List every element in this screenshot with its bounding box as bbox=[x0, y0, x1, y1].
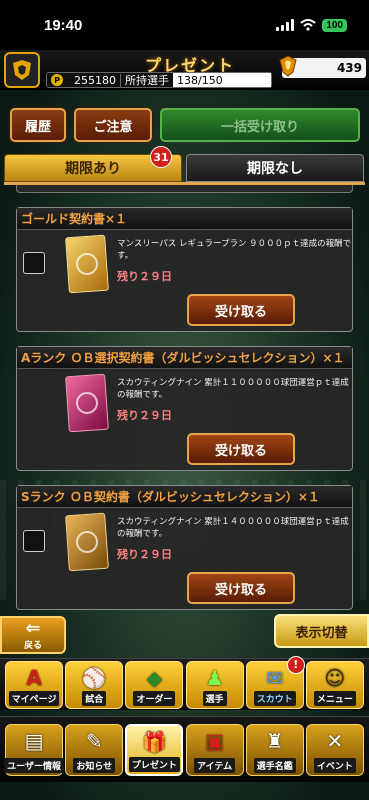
present-description: マンスリーパス レギュラープラン ９０００ｐｔ達成の報酬です。 bbox=[117, 239, 352, 261]
list-item-partial bbox=[16, 185, 353, 193]
coin-icon: P bbox=[51, 74, 63, 86]
status-icons: 100 bbox=[276, 18, 347, 32]
nav-label: 選手 bbox=[202, 690, 227, 706]
tab-count-badge: 31 bbox=[150, 146, 172, 168]
present-item: ゴールド契約書×１ マンスリーパス レギュラープラン ９０００ｐｔ達成の報酬です… bbox=[16, 207, 353, 332]
s-rank-contract-icon bbox=[65, 512, 109, 572]
mypage-icon: A bbox=[26, 665, 42, 690]
nav-label: スカウト bbox=[253, 690, 296, 706]
nav-game[interactable]: ⚾ 試合 bbox=[65, 660, 124, 709]
menu-icon: ☺ bbox=[324, 665, 346, 690]
gold-contract-icon bbox=[65, 234, 109, 294]
nav-label: アイテム bbox=[193, 757, 236, 773]
nav-player-book[interactable]: ♜ 選手名鑑 bbox=[245, 723, 304, 776]
nav-player[interactable]: ♟ 選手 bbox=[185, 660, 244, 709]
present-description: スカウティングナイン 累計１４０００００球団運営ｐｔ達成の報酬です。 bbox=[117, 517, 349, 539]
nav-news[interactable]: ✎ お知らせ bbox=[65, 723, 124, 776]
player-book-icon: ♜ bbox=[265, 728, 284, 753]
present-title: Sランク ＯＢ契約書（ダルビッシュセレクション）×１ bbox=[17, 486, 352, 508]
nav-event[interactable]: ✕ イベント bbox=[305, 723, 364, 776]
present-title: ゴールド契約書×１ bbox=[17, 208, 352, 230]
battery-icon: 100 bbox=[322, 18, 347, 32]
history-button[interactable]: 履歴 bbox=[10, 108, 66, 142]
back-label: 戻る bbox=[23, 640, 42, 651]
item-icon: ▣ bbox=[205, 728, 224, 753]
nav-item[interactable]: ▣ アイテム bbox=[185, 723, 244, 776]
display-toggle-button[interactable]: 表示切替 bbox=[274, 614, 369, 648]
players-count: 138/150 bbox=[173, 73, 271, 87]
a-rank-contract-icon bbox=[65, 373, 109, 433]
nav-order[interactable]: ◆ オーダー bbox=[125, 660, 184, 709]
main-nav: A マイページ ⚾ 試合 ◆ オーダー ♟ 選手 ✉ スカウト ! ☺ メニュー bbox=[0, 655, 369, 710]
select-checkbox[interactable] bbox=[23, 252, 45, 274]
points-value: 255180 bbox=[67, 73, 121, 87]
user-info-icon: ▤ bbox=[24, 728, 44, 753]
event-icon: ✕ bbox=[326, 728, 344, 753]
notice-button[interactable]: ご注意 bbox=[74, 108, 152, 142]
gold-value: 439 bbox=[336, 61, 362, 75]
nav-user-info[interactable]: ▤ ユーザー情報 bbox=[4, 723, 64, 776]
back-arrow-icon: ⇐ bbox=[25, 617, 41, 639]
gold-counter[interactable]: 439 bbox=[279, 55, 366, 78]
news-icon: ✎ bbox=[85, 728, 103, 753]
scout-alert-badge: ! bbox=[286, 655, 305, 674]
nav-label: オーダー bbox=[133, 690, 176, 706]
nav-label: 選手名鑑 bbox=[253, 757, 296, 773]
present-item: Sランク ＯＢ契約書（ダルビッシュセレクション）×１ スカウティングナイン 累計… bbox=[16, 485, 353, 610]
nav-scout[interactable]: ✉ スカウト ! bbox=[245, 655, 305, 709]
status-time: 19:40 bbox=[44, 16, 83, 34]
sub-nav: ▤ ユーザー情報 ✎ お知らせ 🎁 プレゼント ▣ アイテム ♜ 選手名鑑 ✕ … bbox=[0, 716, 369, 782]
team-logo-icon[interactable] bbox=[4, 52, 40, 88]
players-label: 所持選手 bbox=[125, 74, 169, 87]
signal-icon bbox=[276, 19, 295, 31]
app-header: プレゼント P 255180 所持選手 138/150 439 bbox=[0, 50, 369, 90]
present-item: Aランク ＯＢ選択契約書（ダルビッシュセレクション）×１ スカウティングナイン … bbox=[16, 346, 353, 471]
receive-button[interactable]: 受け取る bbox=[187, 572, 295, 604]
nav-label: お知らせ bbox=[73, 757, 116, 773]
scout-icon: ✉ bbox=[266, 665, 284, 690]
remaining-days: 残り２９日 bbox=[117, 409, 172, 422]
header-info-bar: P 255180 所持選手 138/150 bbox=[46, 72, 272, 88]
receive-all-button[interactable]: 一括受け取り bbox=[160, 108, 360, 142]
player-icon: ♟ bbox=[205, 665, 224, 690]
order-icon: ◆ bbox=[146, 665, 163, 690]
gold-gem-icon bbox=[279, 55, 297, 77]
wifi-icon bbox=[300, 19, 316, 31]
tab-no-deadline[interactable]: 期限なし bbox=[186, 154, 364, 182]
nav-label: ユーザー情報 bbox=[4, 757, 64, 773]
present-title: Aランク ＯＢ選択契約書（ダルビッシュセレクション）×１ bbox=[17, 347, 352, 369]
present-list[interactable]: ゴールド契約書×１ マンスリーパス レギュラープラン ９０００ｐｔ達成の報酬です… bbox=[10, 185, 359, 613]
select-checkbox[interactable] bbox=[23, 530, 45, 552]
present-description: スカウティングナイン 累計１１０００００球団運営ｐｔ達成の報酬です。 bbox=[117, 378, 349, 400]
remaining-days: 残り２９日 bbox=[117, 548, 172, 561]
nav-label: マイページ bbox=[8, 690, 60, 706]
nav-present[interactable]: 🎁 プレゼント bbox=[125, 723, 184, 776]
nav-label: 試合 bbox=[82, 690, 107, 706]
status-bar: 19:40 100 bbox=[0, 0, 369, 50]
game-icon: ⚾ bbox=[81, 665, 107, 690]
receive-button[interactable]: 受け取る bbox=[187, 294, 295, 326]
present-icon: 🎁 bbox=[141, 729, 167, 754]
receive-button[interactable]: 受け取る bbox=[187, 433, 295, 465]
nav-mypage[interactable]: A マイページ bbox=[5, 660, 64, 709]
back-button[interactable]: ⇐ 戻る bbox=[0, 616, 66, 654]
nav-label: メニュー bbox=[313, 690, 356, 706]
remaining-days: 残り２９日 bbox=[117, 270, 172, 283]
nav-label: イベント bbox=[313, 757, 356, 773]
nav-label: プレゼント bbox=[128, 756, 180, 772]
nav-menu[interactable]: ☺ メニュー bbox=[305, 660, 364, 709]
